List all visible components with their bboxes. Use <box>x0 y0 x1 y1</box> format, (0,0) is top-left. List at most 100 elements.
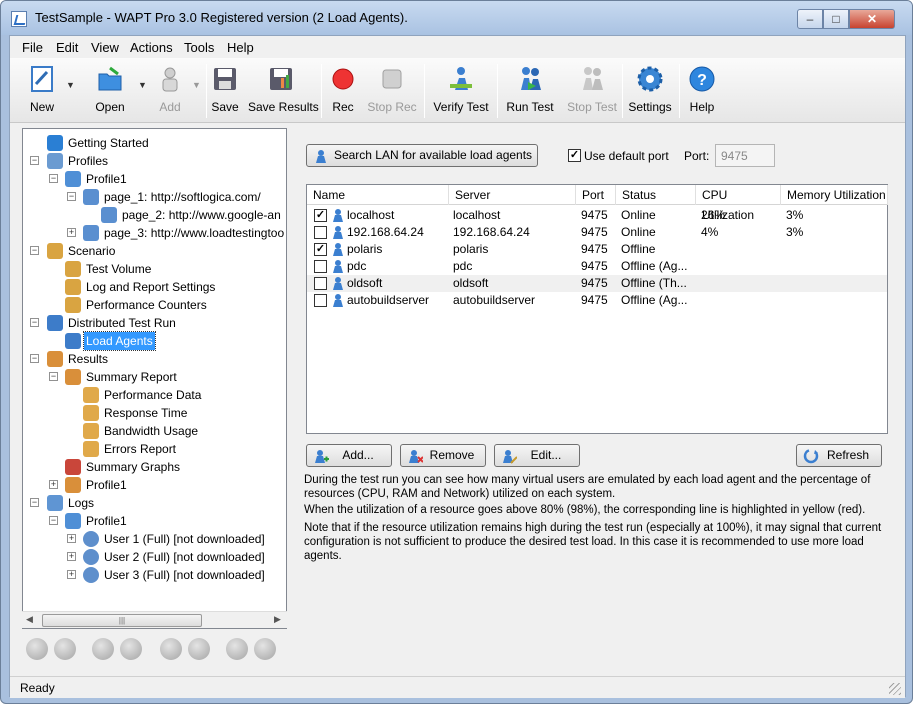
move-down-icon[interactable] <box>54 638 76 660</box>
tree-expander[interactable]: + <box>67 534 76 543</box>
tree-scenario[interactable]: Scenario <box>47 241 117 259</box>
tree-expander[interactable]: − <box>30 156 39 165</box>
tree-results[interactable]: Results <box>47 349 110 367</box>
table-row[interactable]: ✓ polaris polaris 9475 Offline <box>307 241 887 258</box>
tree-expander[interactable]: − <box>67 192 76 201</box>
tree-logs[interactable]: Logs <box>47 493 96 511</box>
agents-list[interactable]: Name Server Port Status CPU Utilization … <box>306 184 888 434</box>
tree-user2[interactable]: User 2 (Full) [not downloaded] <box>83 547 267 565</box>
verify-test-button[interactable]: Verify Test <box>430 62 492 120</box>
tree-expander[interactable]: + <box>67 570 76 579</box>
help-button[interactable]: ? Help <box>684 62 720 120</box>
tree-user3[interactable]: User 3 (Full) [not downloaded] <box>83 565 267 583</box>
search-lan-button[interactable]: Search LAN for available load agents <box>306 144 538 167</box>
import-icon[interactable] <box>160 638 182 660</box>
menu-file[interactable]: File <box>22 40 43 55</box>
column-name[interactable]: Name <box>307 185 449 205</box>
agent-checkbox[interactable]: ✓ <box>314 243 327 256</box>
add-dropdown[interactable]: ▼ <box>190 62 204 120</box>
menu-tools[interactable]: Tools <box>184 40 214 55</box>
refresh-button[interactable]: Refresh <box>796 444 882 467</box>
run-test-button[interactable]: Run Test <box>502 62 558 120</box>
tree-getting-started[interactable]: Getting Started <box>47 133 151 151</box>
tree-page1[interactable]: page_1: http://softlogica.com/ <box>83 187 263 205</box>
column-port[interactable]: Port <box>576 185 616 205</box>
tree-profiles[interactable]: Profiles <box>47 151 110 169</box>
move-up-icon[interactable] <box>26 638 48 660</box>
tree-bandwidth-usage[interactable]: Bandwidth Usage <box>83 421 200 439</box>
tree-horizontal-scrollbar[interactable]: ◀ ||| ▶ <box>22 611 287 628</box>
menu-view[interactable]: View <box>91 40 119 55</box>
agent-checkbox[interactable] <box>314 294 327 307</box>
save-results-button[interactable]: Save Results <box>248 62 319 120</box>
scroll-left-icon[interactable]: ◀ <box>26 614 33 625</box>
table-row[interactable]: 192.168.64.24 192.168.64.24 9475 Online 4% 3% <box>307 224 887 241</box>
tree-expander[interactable]: − <box>49 174 58 183</box>
agent-checkbox[interactable]: ✓ <box>314 209 327 222</box>
tree-performance-counters[interactable]: Performance Counters <box>65 295 209 313</box>
tree-page3[interactable]: page_3: http://www.loadtestingtoo <box>83 223 286 241</box>
column-server[interactable]: Server <box>449 185 576 205</box>
stop-test-button[interactable]: Stop Test <box>566 62 618 120</box>
expand-icon[interactable] <box>92 638 114 660</box>
tree-expander[interactable]: − <box>30 498 39 507</box>
tree-test-volume[interactable]: Test Volume <box>65 259 153 277</box>
rec-button[interactable]: Rec <box>328 62 358 120</box>
tree-expander[interactable]: − <box>49 516 58 525</box>
tree-user1[interactable]: User 1 (Full) [not downloaded] <box>83 529 267 547</box>
tree-distributed-test-run[interactable]: Distributed Test Run <box>47 313 178 331</box>
menu-help[interactable]: Help <box>227 40 254 55</box>
tree-expander[interactable]: + <box>49 480 58 489</box>
close-button[interactable]: ✕ <box>849 9 895 29</box>
new-button[interactable]: New <box>20 62 64 120</box>
table-row[interactable]: autobuildserver autobuildserver 9475 Offlin… <box>307 292 887 309</box>
project-tree[interactable]: Getting Started − Profiles − Profile1 − … <box>22 128 287 629</box>
table-row[interactable]: oldsoft oldsoft 9475 Offline (Th... <box>307 275 887 292</box>
tree-expander[interactable]: − <box>49 372 58 381</box>
tree-log-report-settings[interactable]: Log and Report Settings <box>65 277 217 295</box>
tree-summary-report[interactable]: Summary Report <box>65 367 179 385</box>
properties-icon[interactable] <box>254 638 276 660</box>
tree-response-time[interactable]: Response Time <box>83 403 189 421</box>
tree-page2[interactable]: page_2: http://www.google-an <box>101 205 283 223</box>
column-status[interactable]: Status <box>616 185 696 205</box>
tree-summary-graphs[interactable]: Summary Graphs <box>65 457 182 475</box>
tree-expander[interactable]: − <box>30 246 39 255</box>
minimize-button[interactable]: – <box>797 9 823 29</box>
menu-actions[interactable]: Actions <box>130 40 173 55</box>
tree-expander[interactable]: − <box>30 354 39 363</box>
agent-checkbox[interactable] <box>314 277 327 290</box>
scrollbar-thumb[interactable]: ||| <box>42 614 202 627</box>
table-row[interactable]: ✓ localhost localhost 9475 Online 26% 3% <box>307 207 887 224</box>
open-button[interactable]: Open <box>84 62 136 120</box>
agent-checkbox[interactable] <box>314 260 327 273</box>
new-dropdown[interactable]: ▼ <box>64 62 78 120</box>
port-input[interactable]: 9475 <box>715 144 775 167</box>
settings-button[interactable]: Settings <box>626 62 674 120</box>
tree-expander[interactable]: + <box>67 228 76 237</box>
resize-grip-icon[interactable] <box>889 683 901 695</box>
tree-load-agents[interactable]: Load Agents <box>65 330 156 351</box>
scroll-right-icon[interactable]: ▶ <box>274 614 281 625</box>
column-cpu[interactable]: CPU Utilization <box>696 185 781 222</box>
use-default-port-checkbox[interactable]: ✓ <box>568 149 581 162</box>
save-button[interactable]: Save <box>210 62 240 120</box>
maximize-button[interactable]: □ <box>823 9 849 29</box>
tree-expander[interactable]: + <box>67 552 76 561</box>
add-button[interactable]: Add <box>150 62 190 120</box>
tree-logs-profile1[interactable]: Profile1 <box>65 511 129 529</box>
table-row[interactable]: pdc pdc 9475 Offline (Ag... <box>307 258 887 275</box>
collapse-icon[interactable] <box>120 638 142 660</box>
open-dropdown[interactable]: ▼ <box>136 62 150 120</box>
stop-rec-button[interactable]: Stop Rec <box>366 62 418 120</box>
title-bar[interactable]: TestSample - WAPT Pro 3.0 Registered ver… <box>1 1 912 35</box>
tree-performance-data[interactable]: Performance Data <box>83 385 203 403</box>
tree-errors-report[interactable]: Errors Report <box>83 439 178 457</box>
settings-icon[interactable] <box>226 638 248 660</box>
remove-agent-button[interactable]: Remove <box>400 444 486 467</box>
column-memory[interactable]: Memory Utilization <box>781 185 888 205</box>
add-agent-button[interactable]: Add... <box>306 444 392 467</box>
export-icon[interactable] <box>188 638 210 660</box>
tree-expander[interactable]: − <box>30 318 39 327</box>
tree-results-profile1[interactable]: Profile1 <box>65 475 129 493</box>
